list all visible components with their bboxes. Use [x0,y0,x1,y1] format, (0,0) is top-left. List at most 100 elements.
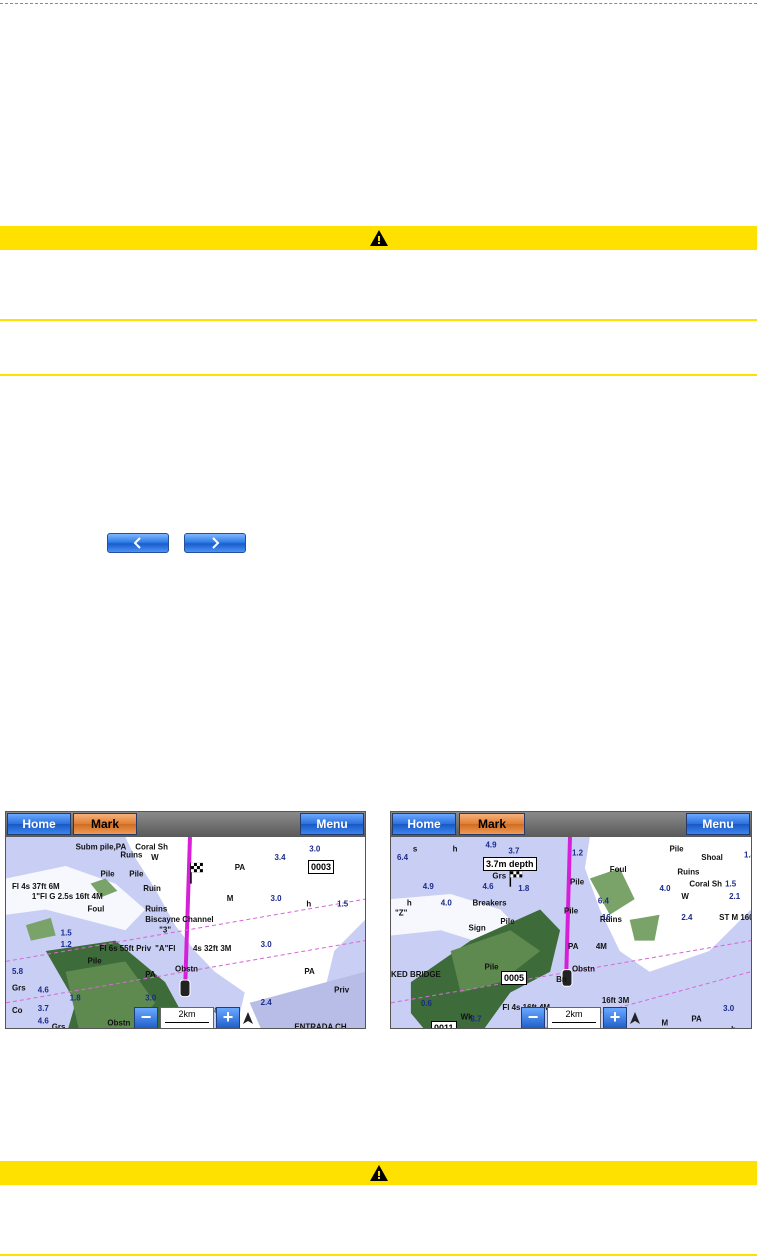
chart-label: "Z" [395,909,408,918]
chart-label: 2.4 [261,998,273,1007]
chart-label: Bn [556,975,567,984]
chart-label: Pile [88,956,103,965]
chart-label: 4.6 [482,882,494,891]
chart-label: 4.9 [423,882,435,891]
chart-label: PA [304,967,315,976]
warning-triangle-icon [369,230,388,246]
chart-label: 4M [596,942,607,951]
top-dashed-rule [0,3,757,4]
chart-label: 1.8 [70,994,82,1003]
chart-label: 4.9 [485,840,497,849]
zoom-out-button[interactable]: − [134,1007,158,1028]
chart-label: ST M 1600 [719,913,751,922]
chart-label: 2.1 [729,892,741,901]
chart-label: s [413,844,418,853]
chart-label: Obstn [572,965,595,974]
chart-label: Sign [469,923,486,932]
chart-label: Ruins [120,851,143,860]
chart-label: h [306,899,311,908]
next-button[interactable] [184,533,246,553]
zoom-in-button[interactable]: + [216,1007,240,1028]
chart-label: 1.4 [744,851,751,860]
previous-button[interactable] [107,533,169,553]
chart-screenshot-left: Home Mark Menu Subm pile,PA Coral Sh Ruins… [5,811,366,1029]
chart-label: Ruins [677,867,700,876]
chart-screenshot-right: Home Mark Menu 4.9 s h 3.7 1.2 Pile Shoal 1.4 6.… [390,811,752,1029]
chart-label: Co [12,1006,23,1015]
chart-label: Grs [52,1023,66,1029]
chart-label: 6.4 [598,896,610,905]
chart-label: 3.0 [261,940,273,949]
toolbar: Home Mark Menu [391,812,751,837]
chart-label: 3.0 [145,994,157,1003]
chart-label: KED BRIDGE [391,970,441,979]
chart-label: Subm pile,PA [76,842,127,851]
mark-button[interactable]: Mark [73,813,137,835]
chart-label: Ruins [145,904,168,913]
chart-label: 4.6 [38,985,50,994]
chart-label: h [407,898,412,907]
chart-label: 1.2 [61,940,73,949]
waypoint-tag[interactable]: 0003 [308,860,335,874]
chart-label: Fl 4s 37ft 6M [12,882,60,891]
chart-label: 1.5 [61,928,73,937]
chart-label: "A"Fl [155,944,175,953]
chart-label: Breakers [473,898,507,907]
waypoint-tag[interactable]: 0011 [431,1021,457,1028]
chart-label: Obstn [175,965,198,974]
chart-label: 16 [602,913,611,922]
scale-label: 2km [565,1009,583,1019]
chart-label: 1"Fl G 2.5s 16ft 4M [32,892,103,901]
chart-label: 3.4 [275,853,287,862]
chart-label: PA [568,942,579,951]
chart-label: 4.0 [441,898,453,907]
warning-divider [0,319,757,321]
chart-label: Pile [100,869,115,878]
chart-label: 4s 32ft 3M [193,944,232,953]
toolbar: Home Mark Menu [6,812,365,837]
chart-label: 3.7 [38,1004,50,1013]
zoom-in-button[interactable]: + [603,1007,627,1028]
mark-button[interactable]: Mark [459,813,525,835]
chart-label: 4.0 [660,884,672,893]
navigation-chart-map[interactable]: 4.9 s h 3.7 1.2 Pile Shoal 1.4 6.4 Grs Foul Ruins 1.… [391,837,751,1029]
chart-label: 0.6 [421,999,433,1008]
chart-label: W [151,853,159,862]
depth-callout: 3.7m depth [483,857,537,871]
chart-label: "3" [159,925,171,934]
north-arrow-icon [630,1012,640,1024]
map-scale: 2km [160,1007,214,1028]
chart-label: 3.0 [309,844,321,853]
menu-button[interactable]: Menu [300,813,364,835]
warning-divider [0,1254,757,1256]
chart-label: 6.4 [397,853,409,862]
chart-label: Pile [669,844,684,853]
home-button[interactable]: Home [392,813,456,835]
chart-label: 1.8 [518,884,530,893]
chart-label: W [681,892,689,901]
chart-label: Pile [484,962,499,971]
chart-label: Fl 6s 55ft Priv [99,944,151,953]
chart-label: Biscayne Channel [145,915,213,924]
chart-label: Grs [492,871,506,880]
boat-icon [179,979,191,998]
chart-label: 3.0 [723,1004,735,1013]
home-button[interactable]: Home [7,813,71,835]
waypoint-tag[interactable]: 0005 [501,971,528,985]
chart-label: PA [145,970,156,979]
chart-label: 16ft 3M [602,996,630,1005]
chevron-left-icon [133,537,141,549]
chart-label: 1.2 [572,849,584,858]
menu-button[interactable]: Menu [686,813,750,835]
chart-label: 5.8 [12,967,24,976]
chart-label: Shoal [701,853,723,862]
warning-divider [0,374,757,376]
chart-label: M [661,1018,668,1027]
chart-label: 4.6 [38,1016,50,1025]
map-scale: 2km [547,1007,601,1028]
chart-label: ENTRADA CH [294,1023,346,1029]
warning-triangle-icon [369,1165,388,1181]
zoom-out-button[interactable]: − [521,1007,545,1028]
chart-label: h [731,1025,736,1029]
chart-label: 3.0 [271,894,283,903]
